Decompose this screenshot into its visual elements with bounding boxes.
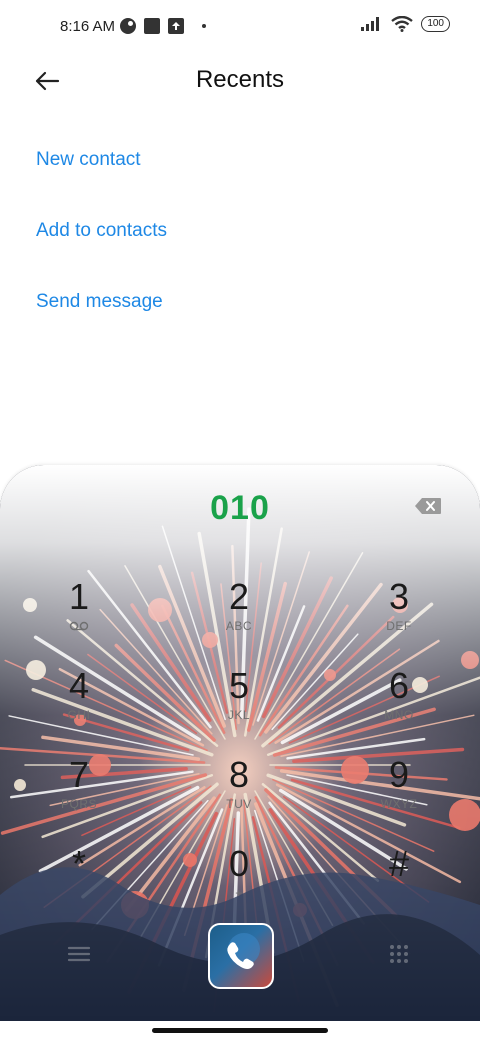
key-8[interactable]: 8 TUV	[179, 755, 299, 835]
key-letters: WXYZ	[380, 797, 418, 811]
battery-icon: 100	[421, 16, 450, 32]
wifi-icon	[391, 16, 414, 32]
phone-icon	[227, 933, 260, 969]
send-message-link[interactable]: Send message	[36, 291, 163, 313]
signal-icon	[361, 17, 380, 31]
key-digit: #	[388, 843, 410, 884]
upload-icon	[168, 18, 184, 34]
key-5[interactable]: 5 JKL	[179, 666, 299, 746]
key-3[interactable]: 3 DEF	[339, 577, 459, 657]
status-bar: 8:16 AM 100	[0, 0, 480, 56]
key-2[interactable]: 2 ABC	[179, 577, 299, 657]
key-1[interactable]: 1	[19, 577, 139, 657]
key-hash[interactable]: #	[339, 844, 459, 924]
key-letters: PQRS	[60, 797, 97, 811]
key-digit: 4	[68, 665, 90, 706]
navigation-bar	[0, 1021, 480, 1040]
page-title: Recents	[195, 66, 285, 93]
dialer-panel: 010 1 2 ABC 3 DEF 4 GHI 5 JKL 6 MNO 7 PQ…	[0, 465, 480, 1021]
key-letters: JKL	[227, 708, 251, 722]
key-digit: 8	[228, 754, 250, 795]
key-letters: ABC	[225, 619, 253, 633]
key-digit: 1	[68, 576, 90, 617]
menu-icon[interactable]	[66, 943, 92, 965]
status-icons-right: 100	[361, 16, 450, 32]
notification-square-icon	[144, 18, 160, 34]
key-letters: MNO	[384, 708, 414, 722]
key-6[interactable]: 6 MNO	[339, 666, 459, 746]
call-button[interactable]	[208, 923, 274, 989]
key-7[interactable]: 7 PQRS	[19, 755, 139, 835]
key-digit: 7	[68, 754, 90, 795]
key-letters: DEF	[386, 619, 412, 633]
key-digit: 0	[228, 843, 250, 884]
key-0[interactable]: 0 +	[179, 844, 299, 924]
backspace-icon[interactable]	[414, 497, 442, 515]
key-digit: *	[71, 843, 86, 884]
key-letters: TUV	[226, 797, 252, 811]
add-to-contacts-link[interactable]: Add to contacts	[36, 220, 167, 242]
key-digit: 5	[228, 665, 250, 706]
dialed-number: 010	[210, 489, 270, 527]
dot-icon	[202, 24, 206, 28]
dialpad-icon[interactable]	[386, 943, 412, 965]
key-star[interactable]: *	[19, 844, 139, 924]
status-time: 8:16 AM	[60, 18, 116, 35]
key-digit: 9	[388, 754, 410, 795]
status-icons-left	[120, 18, 206, 34]
key-digit: 6	[388, 665, 410, 706]
home-indicator[interactable]	[152, 1028, 328, 1033]
voicemail-icon	[69, 621, 89, 631]
key-letters: GHI	[67, 708, 91, 722]
new-contact-link[interactable]: New contact	[36, 149, 141, 171]
key-digit: 3	[388, 576, 410, 617]
key-9[interactable]: 9 WXYZ	[339, 755, 459, 835]
key-digit: 2	[228, 576, 250, 617]
key-letters: +	[235, 886, 243, 900]
vpn-icon	[120, 18, 136, 34]
key-4[interactable]: 4 GHI	[19, 666, 139, 746]
